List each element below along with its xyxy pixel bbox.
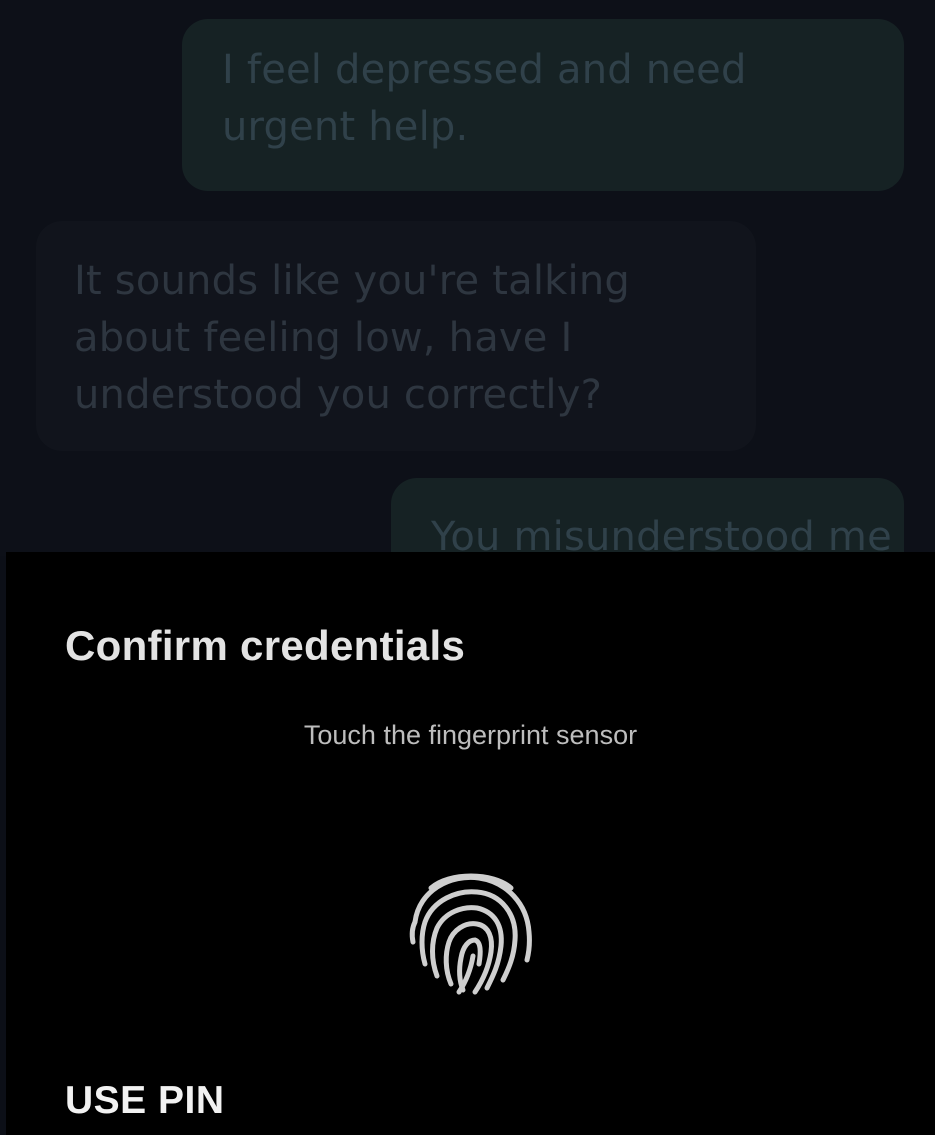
chat-history: I feel depressed and need urgent help. I…	[0, 0, 935, 608]
bot-message-bubble[interactable]: It sounds like you're talking about feel…	[36, 221, 756, 451]
message-text: I feel depressed and need urgent help.	[222, 47, 747, 150]
use-pin-button[interactable]: USE PIN	[65, 1079, 225, 1123]
fingerprint-icon[interactable]	[401, 860, 541, 1000]
dialog-title: Confirm credentials	[65, 622, 466, 669]
user-message-bubble[interactable]: I feel depressed and need urgent help.	[182, 19, 904, 191]
message-text: It sounds like you're talking about feel…	[74, 258, 630, 418]
confirm-credentials-sheet: Confirm credentials Touch the fingerprin…	[6, 552, 935, 1135]
dialog-subtitle: Touch the fingerprint sensor	[303, 720, 638, 750]
screen: I feel depressed and need urgent help. I…	[0, 0, 935, 1135]
